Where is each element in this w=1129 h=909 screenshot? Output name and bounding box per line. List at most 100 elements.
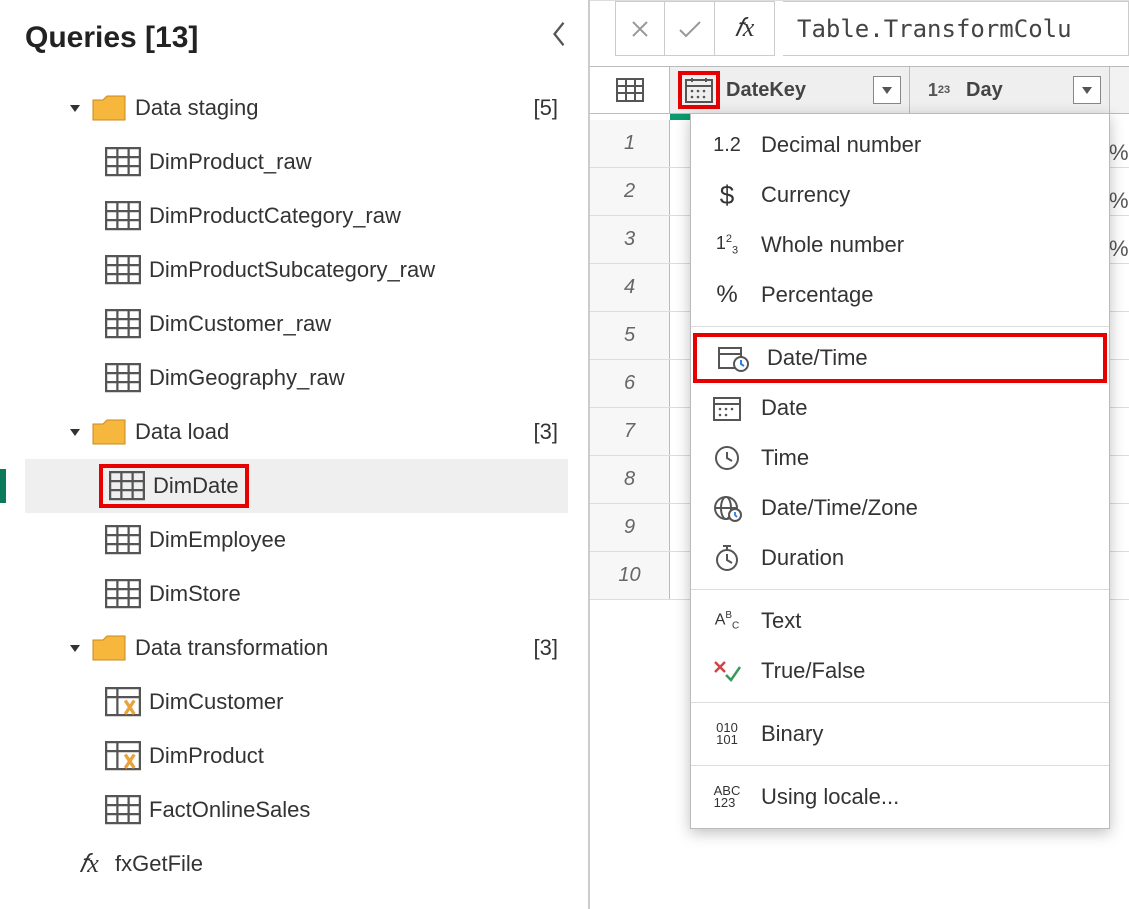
column-dropdown-icon[interactable] — [873, 76, 901, 104]
query-item-dimdate[interactable]: DimDate — [25, 459, 568, 513]
column-type-icon[interactable]: 123 — [918, 71, 960, 109]
type-menu-label: Decimal number — [761, 132, 921, 158]
type-menu-item-locale[interactable]: ABC123 Using locale... — [691, 772, 1109, 822]
folder-data-load[interactable]: Data load [3] — [25, 405, 568, 459]
folder-data-staging[interactable]: Data staging [5] — [25, 81, 568, 135]
collapse-pane-icon[interactable] — [550, 20, 568, 56]
query-label: DimDate — [153, 473, 239, 499]
query-item[interactable]: DimGeography_raw — [25, 351, 568, 405]
commit-formula-button[interactable] — [665, 1, 715, 56]
select-all-cell[interactable] — [590, 67, 670, 113]
expand-toggle-icon[interactable] — [65, 101, 85, 115]
table-icon — [105, 524, 141, 556]
selected-indicator — [0, 469, 6, 503]
query-label: fxGetFile — [115, 851, 568, 877]
table-icon — [105, 200, 141, 232]
row-number[interactable]: 7 — [590, 408, 670, 455]
type-menu-item-currency[interactable]: $Currency — [691, 170, 1109, 220]
query-label: DimProduct — [149, 743, 568, 769]
table-icon — [105, 794, 141, 826]
column-header-day[interactable]: 123 Day — [910, 67, 1110, 113]
type-menu-item-percent[interactable]: % Percentage — [691, 270, 1109, 320]
column-name: Day — [966, 79, 1003, 102]
table-icon — [105, 308, 141, 340]
data-type-menu: 1.2 Decimal number $Currency123Whole numbe… — [690, 113, 1110, 829]
query-item[interactable]: FactOnlineSales — [25, 783, 568, 837]
column-name: DateKey — [726, 79, 806, 102]
query-item[interactable]: DimProductSubcategory_raw — [25, 243, 568, 297]
type-menu-label: Text — [761, 608, 801, 634]
expand-toggle-icon[interactable] — [65, 425, 85, 439]
row-number[interactable]: 3 — [590, 216, 670, 263]
query-item[interactable]: DimEmployee — [25, 513, 568, 567]
type-menu-label: True/False — [761, 658, 865, 684]
folder-label: Data load — [135, 419, 534, 445]
row-number[interactable]: 2 — [590, 168, 670, 215]
decimal-icon: 1.2 — [709, 129, 745, 161]
type-menu-item-text[interactable]: ABC Text — [691, 596, 1109, 646]
dtz-icon — [709, 492, 745, 524]
query-item[interactable]: DimProductCategory_raw — [25, 189, 568, 243]
percent-icon: % — [709, 279, 745, 311]
folder-label: Data transformation — [135, 635, 534, 661]
type-menu-item-binary[interactable]: 010101Binary — [691, 709, 1109, 759]
row-number[interactable]: 4 — [590, 264, 670, 311]
duration-icon — [709, 542, 745, 574]
type-menu-item-datetime[interactable]: Date/Time — [693, 333, 1107, 383]
folder-icon — [91, 416, 127, 448]
row-number[interactable]: 8 — [590, 456, 670, 503]
query-label: DimGeography_raw — [149, 365, 568, 391]
type-menu-label: Date/Time — [767, 345, 868, 371]
query-item[interactable]: DimCustomer — [25, 675, 568, 729]
type-menu-item-duration[interactable]: Duration — [691, 533, 1109, 583]
type-menu-item-whole[interactable]: 123Whole number — [691, 220, 1109, 270]
folder-data-transformation[interactable]: Data transformation [3] — [25, 621, 568, 675]
column-dropdown-icon[interactable] — [1073, 76, 1101, 104]
folder-count: [3] — [534, 419, 558, 445]
fx-query-item[interactable]: 𝑓x fxGetFile — [25, 837, 568, 891]
row-number[interactable]: 1 — [590, 120, 670, 167]
formula-bar: 𝑓x Table.TransformColu — [590, 1, 1129, 56]
query-item[interactable]: DimProduct — [25, 729, 568, 783]
query-item[interactable]: DimCustomer_raw — [25, 297, 568, 351]
folder-label: Data staging — [135, 95, 534, 121]
column-type-icon[interactable] — [678, 71, 720, 109]
query-label: FactOnlineSales — [149, 797, 568, 823]
text-icon: ABC — [709, 605, 745, 637]
queries-tree: Data staging [5] DimProduct_raw DimProdu… — [25, 81, 568, 891]
table-icon — [109, 470, 145, 502]
percent-hints: % % % — [1109, 140, 1129, 284]
table-icon — [105, 254, 141, 286]
query-item[interactable]: DimStore — [25, 567, 568, 621]
type-menu-item-decimal[interactable]: 1.2 Decimal number — [691, 120, 1109, 170]
table-fx-icon — [105, 686, 141, 718]
row-number[interactable]: 9 — [590, 504, 670, 551]
type-menu-item-dtz[interactable]: Date/Time/Zone — [691, 483, 1109, 533]
folder-icon — [91, 632, 127, 664]
type-menu-item-bool[interactable]: True/False — [691, 646, 1109, 696]
expand-toggle-icon[interactable] — [65, 641, 85, 655]
fx-label-icon[interactable]: 𝑓x — [715, 1, 775, 56]
fx-icon: 𝑓x — [71, 848, 107, 880]
formula-input[interactable]: Table.TransformColu — [783, 1, 1129, 56]
type-menu-item-time[interactable]: Time — [691, 433, 1109, 483]
cancel-formula-button[interactable] — [615, 1, 665, 56]
datetime-icon — [715, 342, 751, 374]
type-menu-label: Date — [761, 395, 807, 421]
type-menu-label: Currency — [761, 182, 850, 208]
queries-title: Queries [13] — [25, 21, 198, 55]
table-fx-icon — [105, 740, 141, 772]
locale-icon: ABC123 — [709, 781, 745, 813]
type-menu-item-date[interactable]: Date — [691, 383, 1109, 433]
row-number[interactable]: 10 — [590, 552, 670, 599]
type-menu-label: Duration — [761, 545, 844, 571]
row-number[interactable]: 5 — [590, 312, 670, 359]
row-number[interactable]: 6 — [590, 360, 670, 407]
type-menu-label: Using locale... — [761, 784, 899, 810]
table-icon — [105, 578, 141, 610]
type-menu-label: Percentage — [761, 282, 874, 308]
binary-icon: 010101 — [709, 718, 745, 750]
column-header-datekey[interactable]: DateKey — [670, 67, 910, 113]
query-label: DimProductCategory_raw — [149, 203, 568, 229]
query-item[interactable]: DimProduct_raw — [25, 135, 568, 189]
